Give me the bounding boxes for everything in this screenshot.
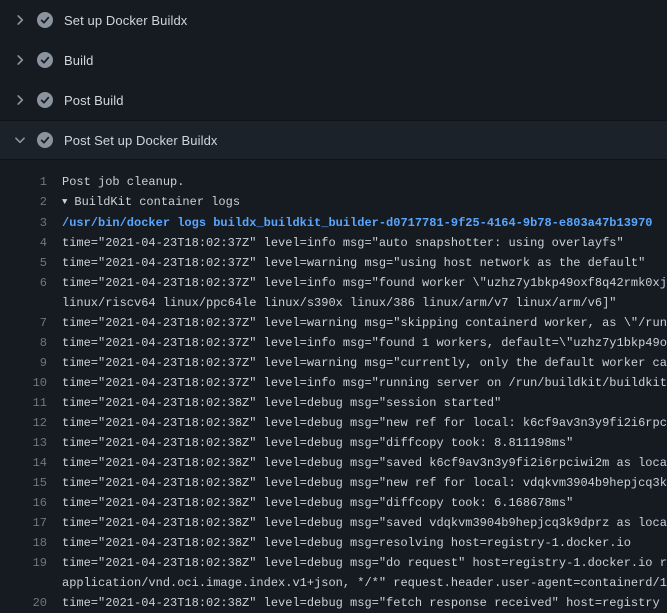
step-label: Build [64, 53, 93, 68]
line-number[interactable]: 6 [0, 273, 47, 313]
log-text: time="2021-04-23T18:02:38Z" level=debug … [62, 553, 667, 593]
line-number[interactable]: 14 [0, 453, 47, 473]
chevron-down-icon [12, 132, 28, 148]
log-line: 4 time="2021-04-23T18:02:37Z" level=info … [0, 233, 667, 253]
log-line: 8 time="2021-04-23T18:02:37Z" level=info … [0, 333, 667, 353]
line-number[interactable]: 18 [0, 533, 47, 553]
log-text: Post job cleanup. [62, 172, 667, 192]
log-line: 9 time="2021-04-23T18:02:37Z" level=warni… [0, 353, 667, 373]
log-text: time="2021-04-23T18:02:37Z" level=info m… [62, 273, 667, 313]
line-number[interactable]: 17 [0, 513, 47, 533]
log-line: 19 time="2021-04-23T18:02:38Z" level=debu… [0, 553, 667, 593]
log-line: 10 time="2021-04-23T18:02:37Z" level=info… [0, 373, 667, 393]
log-text: time="2021-04-23T18:02:38Z" level=debug … [62, 533, 667, 553]
log-text: time="2021-04-23T18:02:38Z" level=debug … [62, 433, 667, 453]
log-text: time="2021-04-23T18:02:37Z" level=info m… [62, 333, 667, 353]
log-text: time="2021-04-23T18:02:37Z" level=warnin… [62, 313, 667, 333]
log-text: time="2021-04-23T18:02:37Z" level=warnin… [62, 253, 667, 273]
step-build[interactable]: Build [0, 40, 667, 80]
log-line: 6 time="2021-04-23T18:02:37Z" level=info … [0, 273, 667, 313]
line-number[interactable]: 9 [0, 353, 47, 373]
log-line: 14 time="2021-04-23T18:02:38Z" level=debu… [0, 453, 667, 473]
chevron-right-icon [12, 52, 28, 68]
log-line: 20 time="2021-04-23T18:02:38Z" level=debu… [0, 593, 667, 613]
check-circle-icon [37, 132, 53, 148]
step-label: Set up Docker Buildx [64, 13, 187, 28]
log-line: 3/usr/bin/docker logs buildx_buildkit_bu… [0, 213, 667, 233]
step-post-build[interactable]: Post Build [0, 80, 667, 120]
line-number[interactable]: 1 [0, 172, 47, 192]
check-circle-icon [37, 52, 53, 68]
step-set-up-docker-buildx[interactable]: Set up Docker Buildx [0, 0, 667, 40]
log-text: time="2021-04-23T18:02:38Z" level=debug … [62, 453, 667, 473]
log-line: 16 time="2021-04-23T18:02:38Z" level=debu… [0, 493, 667, 513]
line-number[interactable]: 20 [0, 593, 47, 613]
line-number[interactable]: 12 [0, 413, 47, 433]
log-line: 17 time="2021-04-23T18:02:38Z" level=debu… [0, 513, 667, 533]
check-circle-icon [37, 12, 53, 28]
log-text[interactable]: ▼BuildKit container logs [62, 192, 667, 213]
log-line: 7 time="2021-04-23T18:02:37Z" level=warni… [0, 313, 667, 333]
step-post-set-up-docker-buildx[interactable]: Post Set up Docker Buildx [0, 120, 667, 160]
log-text: time="2021-04-23T18:02:37Z" level=warnin… [62, 353, 667, 373]
check-circle-icon [37, 92, 53, 108]
log-text: time="2021-04-23T18:02:37Z" level=info m… [62, 233, 667, 253]
step-label: Post Set up Docker Buildx [64, 133, 218, 148]
line-number[interactable]: 3 [0, 213, 47, 233]
log-command-text: /usr/bin/docker logs buildx_buildkit_bui… [62, 213, 667, 233]
line-number[interactable]: 15 [0, 473, 47, 493]
log-text: time="2021-04-23T18:02:38Z" level=debug … [62, 593, 667, 613]
log-text: time="2021-04-23T18:02:37Z" level=info m… [62, 373, 667, 393]
line-number[interactable]: 10 [0, 373, 47, 393]
line-number[interactable]: 5 [0, 253, 47, 273]
log-text: time="2021-04-23T18:02:38Z" level=debug … [62, 393, 667, 413]
log-group-toggle-icon[interactable]: ▼ [62, 192, 67, 212]
line-number[interactable]: 8 [0, 333, 47, 353]
log-line: 1 Post job cleanup. [0, 172, 667, 192]
log-line: 15 time="2021-04-23T18:02:38Z" level=debu… [0, 473, 667, 493]
line-number[interactable]: 11 [0, 393, 47, 413]
log-line: 11 time="2021-04-23T18:02:38Z" level=debu… [0, 393, 667, 413]
line-number[interactable]: 2 [0, 192, 47, 213]
log-line: 12 time="2021-04-23T18:02:38Z" level=debu… [0, 413, 667, 433]
log-text: time="2021-04-23T18:02:38Z" level=debug … [62, 513, 667, 533]
workflow-log-viewer: Set up Docker Buildx Build Post Build Po… [0, 0, 667, 613]
step-label: Post Build [64, 93, 124, 108]
log-lines: 1 Post job cleanup. 2 ▼BuildKit container l… [0, 160, 667, 613]
chevron-right-icon [12, 12, 28, 28]
line-number[interactable]: 13 [0, 433, 47, 453]
line-number[interactable]: 19 [0, 553, 47, 593]
log-line: 13 time="2021-04-23T18:02:38Z" level=debu… [0, 433, 667, 453]
log-line: 18 time="2021-04-23T18:02:38Z" level=debu… [0, 533, 667, 553]
log-text: time="2021-04-23T18:02:38Z" level=debug … [62, 493, 667, 513]
log-text: time="2021-04-23T18:02:38Z" level=debug … [62, 413, 667, 433]
line-number[interactable]: 4 [0, 233, 47, 253]
line-number[interactable]: 7 [0, 313, 47, 333]
log-text: time="2021-04-23T18:02:38Z" level=debug … [62, 473, 667, 493]
log-line: 5 time="2021-04-23T18:02:37Z" level=warni… [0, 253, 667, 273]
chevron-right-icon [12, 92, 28, 108]
line-number[interactable]: 16 [0, 493, 47, 513]
log-line: 2 ▼BuildKit container logs [0, 192, 667, 213]
